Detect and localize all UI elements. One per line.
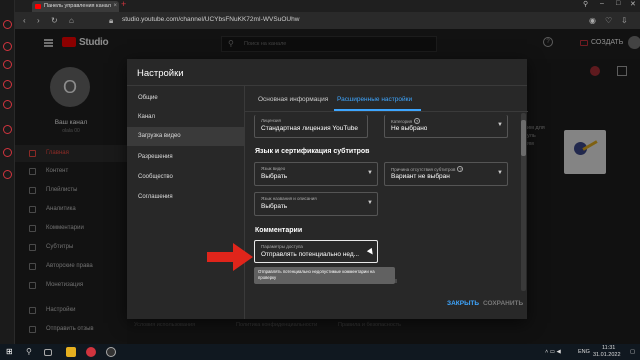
bookmark-icon[interactable]	[3, 42, 12, 51]
home-icon[interactable]: ⌂	[69, 16, 74, 25]
chevron-down-icon: ▼	[367, 200, 373, 206]
red-arrow-annotation	[207, 243, 253, 271]
url-field[interactable]: studio.youtube.com/channel/UCYbsFNuKK72m…	[122, 16, 299, 23]
settings-nav-general[interactable]: Общие	[127, 89, 244, 108]
clock-time[interactable]: 11:31	[602, 345, 615, 351]
forward-icon[interactable]: ›	[37, 16, 40, 25]
save-button[interactable]: СОХРАНИТЬ	[483, 300, 523, 307]
keyboard-language[interactable]: ENG	[578, 349, 590, 355]
category-select[interactable]: Категория? Не выбрано ▼	[384, 115, 508, 138]
category-value: Не выбрано	[391, 125, 428, 132]
category-label: Категория	[391, 119, 413, 124]
lock-icon: 🔒︎	[109, 16, 114, 25]
opera-taskbar-icon[interactable]	[86, 347, 96, 357]
comment-access-select[interactable]: Параметры доступа Отправлять потенциальн…	[254, 240, 378, 263]
dialog-vertical-divider	[244, 86, 245, 319]
license-label: Лицензия	[261, 118, 281, 123]
history-icon[interactable]	[3, 125, 12, 134]
chevron-down-icon: ▼	[497, 122, 503, 128]
file-explorer-icon[interactable]	[66, 347, 76, 357]
taskbar: ⊞ ⚲ ˄ ▭ ◀ ENG 11:31 31.01.2022 ▢	[0, 344, 640, 360]
reload-icon[interactable]: ↻	[51, 16, 58, 25]
clock-date[interactable]: 31.01.2022	[593, 352, 621, 358]
subtitle-reason-label: Причина отсутствия субтитров	[391, 167, 456, 172]
browser-sidebar	[0, 0, 15, 344]
video-language-select[interactable]: Язык видео Выбрать ▼	[254, 162, 378, 186]
subtitle-reason-label-wrap: Причина отсутствия субтитров?	[391, 166, 464, 172]
settings-nav-channel[interactable]: Канал	[127, 108, 244, 127]
settings-nav-upload-defaults[interactable]: Загрузка видео	[127, 127, 244, 146]
camera-icon[interactable]: ◉	[589, 16, 596, 25]
address-bar: ‹ › ↻ ⌂ 🔒︎ studio.youtube.com/channel/UC…	[15, 12, 640, 29]
download-icon[interactable]: ⇩	[621, 16, 628, 25]
minimize-icon[interactable]: –	[600, 0, 604, 7]
tab-advanced-settings[interactable]: Расширенные настройки	[337, 96, 412, 103]
comment-access-label: Параметры доступа	[261, 244, 303, 249]
title-language-label: Язык названия и описания	[261, 196, 317, 201]
maximize-icon[interactable]: □	[616, 0, 620, 7]
subtitle-reason-select[interactable]: Причина отсутствия субтитров? Вариант не…	[384, 162, 508, 186]
youtube-icon	[35, 4, 41, 9]
subtitle-reason-value: Вариант не выбран	[391, 173, 450, 180]
license-select[interactable]: Лицензия Стандартная лицензия YouTube	[254, 115, 368, 138]
opera-icon[interactable]	[3, 20, 12, 29]
chevron-down-icon: ▼	[497, 170, 503, 176]
scrollbar-thumb[interactable]	[521, 120, 526, 156]
tab-title: Панель управления канал	[44, 3, 111, 9]
close-button[interactable]: ЗАКРЫТЬ	[447, 300, 479, 307]
close-tab-icon[interactable]: ×	[113, 1, 117, 12]
search-tabs-icon[interactable]: ⚲	[583, 0, 588, 8]
dialog-divider	[127, 85, 527, 86]
app-taskbar-icon[interactable]	[106, 347, 116, 357]
messenger-icon[interactable]	[3, 60, 12, 69]
tab-bar: Панель управления канал × + ⚲ – □ ✕	[15, 0, 640, 12]
settings-nav-permissions[interactable]: Разрешения	[127, 148, 244, 167]
video-language-value: Выбрать	[261, 173, 288, 180]
browser-tab[interactable]: Панель управления канал ×	[32, 1, 119, 12]
back-icon[interactable]: ‹	[23, 16, 26, 25]
new-tab-icon[interactable]: +	[121, 0, 126, 9]
settings-nav-community[interactable]: Сообщество	[127, 168, 244, 187]
subtitles-section-title: Язык и сертификация субтитров	[255, 148, 370, 155]
license-value: Стандартная лицензия YouTube	[261, 125, 358, 132]
dialog-title: Настройки	[137, 68, 184, 79]
help-icon[interactable]: ?	[457, 166, 464, 172]
category-label-wrap: Категория?	[391, 118, 421, 124]
tray-icons[interactable]: ˄ ▭ ◀	[545, 349, 561, 355]
vk-icon[interactable]	[3, 100, 12, 109]
close-window-icon[interactable]: ✕	[630, 0, 636, 8]
help-icon[interactable]: ?	[414, 118, 421, 124]
tab-divider	[245, 111, 528, 112]
comment-access-value: Отправлять потенциально нед...	[261, 251, 360, 258]
search-icon[interactable]: ⚲	[26, 347, 36, 357]
video-language-label: Язык видео	[261, 166, 286, 171]
heart-icon[interactable]: ♡	[605, 16, 612, 25]
notifications-icon[interactable]: ▢	[630, 349, 635, 355]
title-language-select[interactable]: Язык названия и описания Выбрать ▼	[254, 192, 378, 216]
chevron-down-icon: ▼	[367, 170, 373, 176]
comments-section-title: Комментарии	[255, 227, 303, 234]
settings-icon[interactable]	[3, 170, 12, 179]
title-language-value: Выбрать	[261, 203, 288, 210]
task-view-icon[interactable]	[44, 349, 52, 356]
whatsapp-icon[interactable]	[3, 80, 12, 89]
windows-start-icon[interactable]: ⊞	[6, 347, 16, 357]
tooltip: Отправлять потенциально недопустимые ком…	[254, 267, 395, 284]
heart-icon[interactable]	[3, 148, 12, 157]
settings-nav-agreements[interactable]: Соглашения	[127, 188, 244, 207]
tab-basic-info[interactable]: Основная информация	[258, 96, 328, 103]
